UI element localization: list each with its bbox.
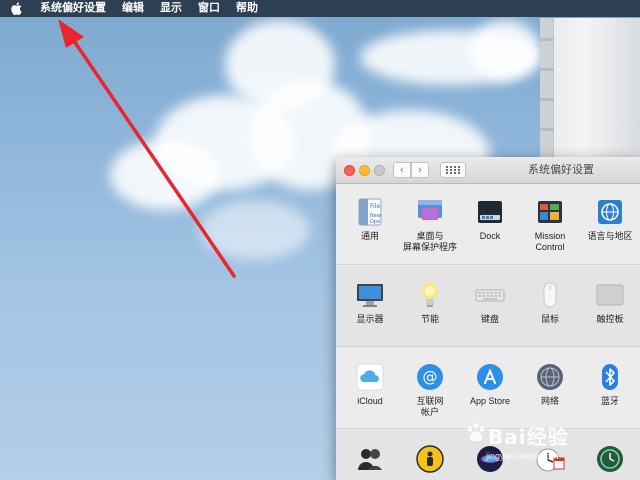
- svg-text:Ope: Ope: [370, 219, 380, 225]
- pref-label: Mission Control: [534, 231, 566, 252]
- zoom-window-button[interactable]: [374, 165, 385, 176]
- building-edge: [540, 18, 640, 180]
- menu-view[interactable]: 显示: [152, 0, 190, 17]
- pref-label: 节能: [420, 314, 439, 324]
- displays-icon: [357, 284, 383, 307]
- menu-app-name[interactable]: 系统偏好设置: [32, 0, 114, 17]
- energy-saver-icon: [422, 283, 438, 307]
- internet-accounts-icon: @: [417, 364, 443, 390]
- desktop-screensaver-icon: [418, 200, 442, 220]
- date-time-icon: [536, 448, 565, 472]
- pref-label: 键盘: [480, 314, 499, 324]
- menu-bar: 系统偏好设置 编辑 显示 窗口 帮助: [0, 0, 640, 17]
- icloud-icon: [356, 363, 384, 391]
- window-title: 系统偏好设置: [528, 164, 594, 176]
- pref-mouse[interactable]: 鼠标: [520, 280, 580, 325]
- pref-network[interactable]: 网络: [520, 362, 580, 407]
- pref-label: 显示器: [356, 314, 384, 324]
- bluetooth-icon: [602, 364, 618, 390]
- pref-label: 语言与地区: [587, 231, 633, 241]
- grid-icon: [446, 166, 460, 174]
- pref-keyboard[interactable]: 键盘: [460, 280, 520, 325]
- apple-menu-icon[interactable]: [8, 0, 24, 17]
- pref-mission-control[interactable]: Mission Control: [520, 197, 580, 253]
- language-region-icon: [598, 200, 622, 224]
- network-icon: [537, 364, 563, 390]
- pref-parental-controls[interactable]: [400, 444, 460, 474]
- dock-icon: [478, 201, 502, 223]
- pref-desktop-screensaver[interactable]: 桌面与 屏幕保护程序: [400, 197, 460, 253]
- system-preferences-window: ‹ › 系统偏好设置 File New Ope 通用 桌面与 屏幕保护程序 Do…: [336, 157, 640, 480]
- forward-button[interactable]: ›: [411, 162, 429, 178]
- pref-displays[interactable]: 显示器: [340, 280, 400, 325]
- menu-edit[interactable]: 编辑: [114, 0, 152, 17]
- general-icon: File New Ope: [358, 198, 382, 226]
- back-button[interactable]: ‹: [393, 162, 411, 178]
- pref-section-system: [336, 430, 640, 480]
- pref-bluetooth[interactable]: 蓝牙: [580, 362, 640, 407]
- pref-label: App Store: [469, 396, 511, 406]
- app-store-icon: [477, 364, 503, 390]
- trackpad-icon: [596, 284, 624, 306]
- siri-icon: [477, 446, 503, 472]
- pref-siri[interactable]: [460, 444, 520, 474]
- pref-internet-accounts[interactable]: @ 互联网 帐户: [400, 362, 460, 418]
- pref-section-hardware: 显示器 节能 键盘 鼠标 触控板: [336, 266, 640, 347]
- pref-icloud[interactable]: iCloud: [340, 362, 400, 407]
- pref-label: 鼠标: [540, 314, 559, 324]
- time-machine-icon: [597, 446, 623, 472]
- close-window-button[interactable]: [344, 165, 355, 176]
- pref-label: 网络: [540, 396, 559, 406]
- pref-date-time[interactable]: [520, 444, 580, 474]
- pref-energy-saver[interactable]: 节能: [400, 280, 460, 325]
- pref-users-groups[interactable]: [340, 444, 400, 474]
- pref-label: 桌面与 屏幕保护程序: [402, 231, 457, 252]
- pref-label: 蓝牙: [600, 396, 619, 406]
- pref-language-region[interactable]: 语言与地区: [580, 197, 640, 242]
- window-titlebar: ‹ › 系统偏好设置: [336, 157, 640, 184]
- menu-help[interactable]: 帮助: [228, 0, 266, 17]
- pref-label: 互联网 帐户: [416, 396, 444, 417]
- pref-label: 触控板: [596, 314, 624, 324]
- pref-section-personal: File New Ope 通用 桌面与 屏幕保护程序 Dock Mission …: [336, 185, 640, 265]
- pref-time-machine[interactable]: [580, 444, 640, 474]
- svg-text:File: File: [370, 203, 380, 210]
- show-all-grid-button[interactable]: [440, 162, 466, 178]
- parental-controls-icon: [416, 445, 444, 473]
- menu-window[interactable]: 窗口: [190, 0, 228, 17]
- pref-label: Dock: [479, 231, 501, 241]
- pref-trackpad[interactable]: 触控板: [580, 280, 640, 325]
- pref-dock[interactable]: Dock: [460, 197, 520, 242]
- keyboard-icon: [475, 289, 505, 302]
- users-groups-icon: [358, 449, 382, 470]
- pref-label: iCloud: [357, 396, 383, 406]
- pref-section-internet: iCloud @ 互联网 帐户 App Store 网络 蓝牙: [336, 348, 640, 429]
- svg-text:@: @: [423, 368, 438, 386]
- mouse-icon: [543, 282, 557, 308]
- pref-general[interactable]: File New Ope 通用: [340, 197, 400, 242]
- pref-app-store[interactable]: App Store: [460, 362, 520, 407]
- pref-label: 通用: [360, 231, 379, 241]
- mission-control-icon: [538, 201, 562, 223]
- minimize-window-button[interactable]: [359, 165, 370, 176]
